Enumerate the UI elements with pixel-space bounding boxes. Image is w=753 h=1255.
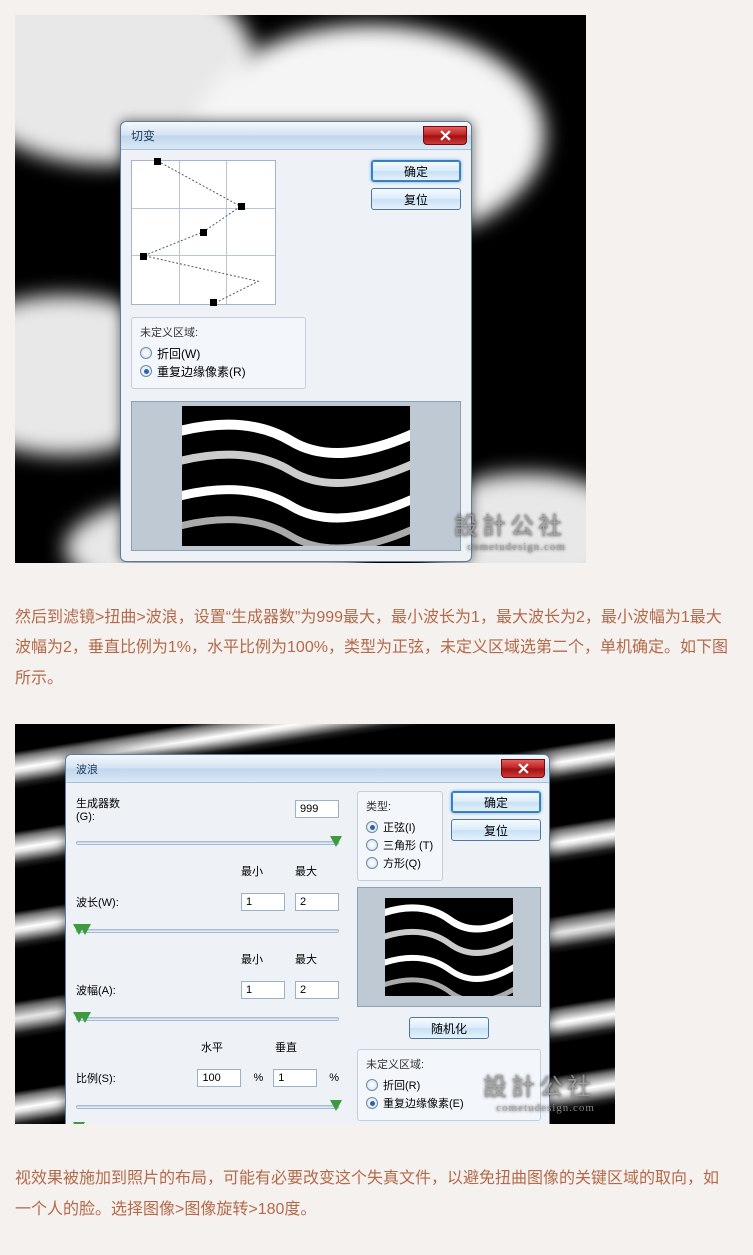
type-legend: 类型: [366,798,434,814]
radio-triangle-label: 三角形 (T) [383,837,433,853]
radio-wrap[interactable]: 折回(W) [140,344,297,362]
shear-grid[interactable] [131,160,276,305]
amplitude-slider[interactable] [76,1017,339,1021]
clouds-background: 切变 [15,15,586,563]
watermark-text: 設計公社 [483,1067,595,1102]
percent-sign: % [329,1072,339,1084]
streaks-background: 波浪 生成器数(G): [15,724,615,1124]
amplitude-max-input[interactable] [295,981,339,999]
wave-dialog: 波浪 生成器数(G): [65,754,550,1124]
watermark-text: 設計公社 [454,506,566,541]
shear-titlebar[interactable]: 切变 [121,122,471,150]
ok-button[interactable]: 确定 [451,791,541,813]
horiz-header: 水平 [201,1039,245,1055]
generators-input[interactable] [295,800,339,818]
shear-title: 切变 [131,127,155,144]
scale-vert-input[interactable] [273,1069,317,1087]
amplitude-label: 波幅(A): [76,982,138,998]
generators-row: 生成器数(G): [74,791,341,827]
shear-preview [182,406,410,546]
wavelength-max-input[interactable] [295,893,339,911]
radio-repeat-label: 重复边缘像素(E) [383,1095,464,1111]
amplitude-row: 波幅(A): [74,977,341,1003]
radio-repeat-label: 重复边缘像素(R) [157,363,246,380]
radio-square[interactable]: 方形(Q) [366,854,434,872]
vert-header: 垂直 [275,1039,319,1055]
generators-label: 生成器数(G): [76,795,138,823]
undefined-area-group: 未定义区域: 折回(W) 重复边缘像素(R) [131,317,306,389]
ok-button[interactable]: 确定 [371,160,461,182]
wavelength-label: 波长(W): [76,894,138,910]
radio-wrap-label: 折回(R) [383,1077,420,1093]
watermark: 設計公社 cometudesign.com [454,506,566,553]
wavelength-row: 波长(W): [74,889,341,915]
reset-button[interactable]: 复位 [371,188,461,210]
shear-dialog: 切变 [120,121,472,562]
radio-wrap-label: 折回(W) [157,345,200,362]
scale-horiz-input[interactable] [197,1069,241,1087]
scale-row: 比例(S): % % [74,1065,341,1091]
close-icon[interactable] [501,759,545,778]
percent-sign: % [253,1072,263,1084]
undef-legend: 未定义区域: [140,324,297,340]
slider-thumb[interactable] [73,1122,85,1124]
slider-thumb[interactable] [330,1100,342,1111]
min-header: 最小 [241,951,285,967]
wavelength-slider[interactable] [76,929,339,933]
watermark-url: cometudesign.com [483,1102,595,1114]
amplitude-min-input[interactable] [241,981,285,999]
wave-titlebar[interactable]: 波浪 [66,755,549,783]
watermark: 設計公社 cometudesign.com [483,1067,595,1114]
slider-thumb[interactable] [330,836,342,847]
wavelength-min-input[interactable] [241,893,285,911]
type-group: 类型: 正弦(I) 三角形 (T) 方形(Q) [357,791,443,881]
wave-title: 波浪 [76,761,98,777]
wave-preview-frame [357,887,541,1007]
scale-label: 比例(S): [76,1070,138,1086]
min-header: 最小 [241,863,285,879]
radio-sine-label: 正弦(I) [383,819,415,835]
article-paragraph-2: 视效果被施加到照片的布局，可能有必要改变这个失真文件，以避免扭曲图像的关键区域的… [0,1124,753,1255]
max-header: 最大 [295,863,339,879]
reset-button[interactable]: 复位 [451,819,541,841]
radio-repeat[interactable]: 重复边缘像素(R) [140,362,297,380]
close-icon[interactable] [423,126,467,145]
wave-preview [385,898,513,996]
watermark-url: cometudesign.com [454,541,566,553]
article-paragraph-1: 然后到滤镜>扭曲>波浪，设置“生成器数”为999最大，最小波长为1，最大波长为2… [0,563,753,724]
max-header: 最大 [295,951,339,967]
slider-thumb[interactable] [79,1012,91,1023]
radio-sine[interactable]: 正弦(I) [366,818,434,836]
shear-preview-frame [131,401,461,551]
radio-square-label: 方形(Q) [383,855,421,871]
scale-horiz-slider[interactable] [76,1105,339,1109]
slider-thumb[interactable] [79,924,91,935]
generators-slider[interactable] [76,841,339,845]
radio-triangle[interactable]: 三角形 (T) [366,836,434,854]
randomize-button[interactable]: 随机化 [409,1017,489,1039]
